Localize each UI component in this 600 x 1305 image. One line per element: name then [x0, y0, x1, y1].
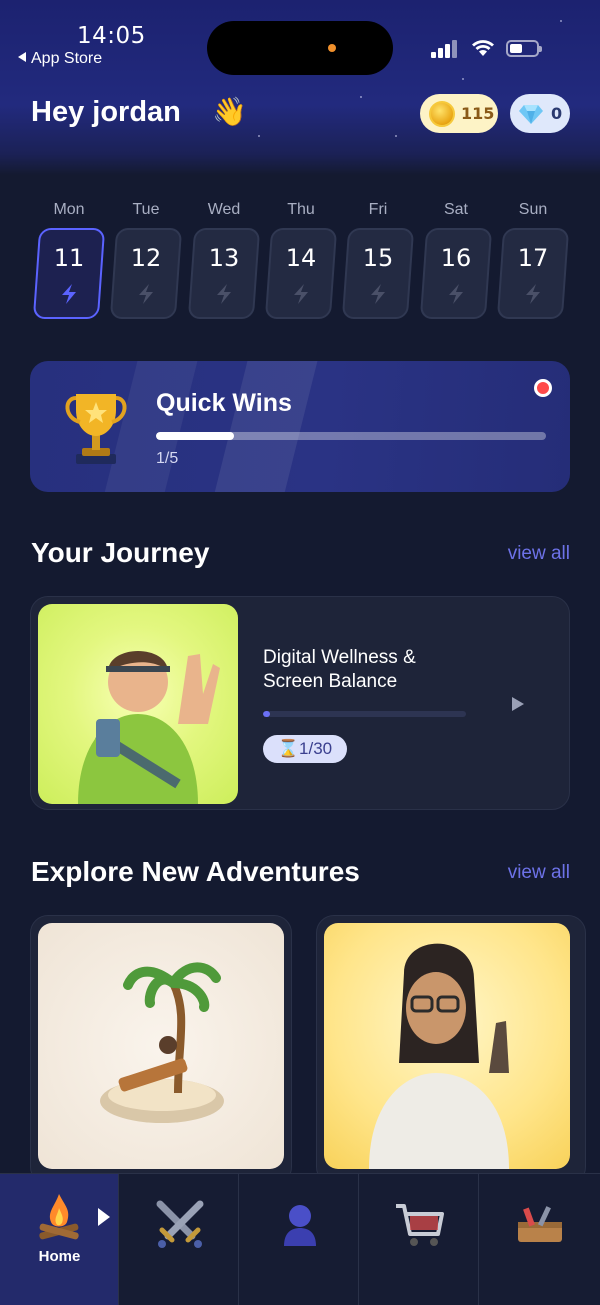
coin-count: 115	[461, 104, 495, 123]
beach-relax-illustration	[38, 923, 284, 1169]
quick-wins-progress-bar	[156, 432, 546, 440]
nav-toolbox[interactable]	[480, 1174, 599, 1305]
character-waving-icon	[78, 651, 220, 804]
day-label-thu: Thu	[287, 201, 315, 218]
back-to-app-store[interactable]: App Store	[18, 50, 102, 68]
day-label-sun: Sun	[518, 201, 548, 218]
palm-tree-icon	[100, 962, 224, 1123]
trophy-icon	[65, 394, 127, 464]
day-date: 11	[53, 244, 85, 272]
gem-count: 0	[551, 104, 563, 123]
quick-wins-progress-fill	[156, 432, 234, 440]
battery-icon	[506, 40, 542, 57]
coin-icon	[429, 101, 455, 127]
day-card-sun[interactable]	[496, 228, 570, 319]
day-label-tue: Tue	[132, 201, 160, 218]
status-time: 14:05	[77, 23, 146, 49]
notification-dot	[534, 379, 552, 397]
day-card-mon[interactable]	[32, 228, 106, 319]
day-label-fri: Fri	[368, 201, 388, 218]
day-label-wed: Wed	[207, 201, 241, 218]
woman-explorer-icon	[369, 943, 509, 1169]
day-date: 12	[130, 244, 162, 272]
journey-view-all-link[interactable]: view all	[508, 543, 570, 565]
journey-card-title: Digital Wellness & Screen Balance	[263, 647, 416, 692]
explore-adventures-title: Explore New Adventures	[31, 856, 360, 887]
explorer-character-illustration	[324, 923, 570, 1169]
lightning-icon	[62, 284, 76, 304]
toolbox-icon	[518, 1206, 562, 1242]
day-date: 17	[517, 244, 549, 272]
greeting-title: Hey jordan	[31, 96, 181, 128]
your-journey-title: Your Journey	[31, 537, 210, 568]
profile-icon	[284, 1205, 316, 1246]
journey-progress-bar	[263, 711, 466, 717]
adventures-view-all-link[interactable]: view all	[508, 862, 570, 884]
nav-home[interactable]	[0, 1174, 119, 1305]
day-date: 13	[208, 244, 240, 272]
nav-active-arrow-icon	[98, 1208, 110, 1226]
campfire-icon	[39, 1194, 79, 1240]
dynamic-island	[207, 21, 393, 75]
lightning-icon	[371, 284, 385, 304]
quick-wins-progress-text: 1/5	[156, 450, 179, 467]
journey-progress-fill	[263, 711, 270, 717]
lightning-icon	[449, 284, 463, 304]
lightning-icon	[526, 284, 540, 304]
privacy-indicator-dot	[328, 44, 336, 52]
crossed-swords-icon	[156, 1200, 204, 1248]
lightning-icon	[294, 284, 308, 304]
nav-profile[interactable]	[240, 1174, 359, 1305]
journey-illustration	[38, 604, 238, 804]
coin-balance[interactable]: 115	[420, 94, 498, 133]
day-label-mon: Mon	[53, 201, 85, 218]
back-arrow-icon	[18, 52, 26, 62]
day-date: 14	[285, 244, 317, 272]
day-card-fri[interactable]	[341, 228, 415, 319]
gem-balance[interactable]: 0	[510, 94, 570, 133]
day-card-sat[interactable]	[419, 228, 493, 319]
nav-home-label: Home	[38, 1248, 81, 1265]
day-date: 16	[440, 244, 472, 272]
day-card-tue[interactable]	[109, 228, 183, 319]
quick-wins-title: Quick Wins	[156, 389, 292, 417]
cellular-signal-icon	[431, 40, 459, 58]
day-date: 15	[362, 244, 394, 272]
nav-battles[interactable]	[120, 1174, 239, 1305]
day-card-thu[interactable]	[264, 228, 338, 319]
nav-shop[interactable]	[360, 1174, 479, 1305]
shopping-cart-icon	[396, 1204, 444, 1246]
waving-hand-icon: 👋	[212, 95, 247, 128]
lightning-icon	[217, 284, 231, 304]
journey-day-badge: ⌛1/30	[263, 735, 347, 763]
wifi-icon	[472, 40, 494, 56]
play-icon[interactable]	[512, 697, 524, 711]
lightning-icon	[139, 284, 153, 304]
day-label-sat: Sat	[443, 201, 468, 218]
diamond-icon	[519, 105, 543, 124]
day-card-wed[interactable]	[187, 228, 261, 319]
